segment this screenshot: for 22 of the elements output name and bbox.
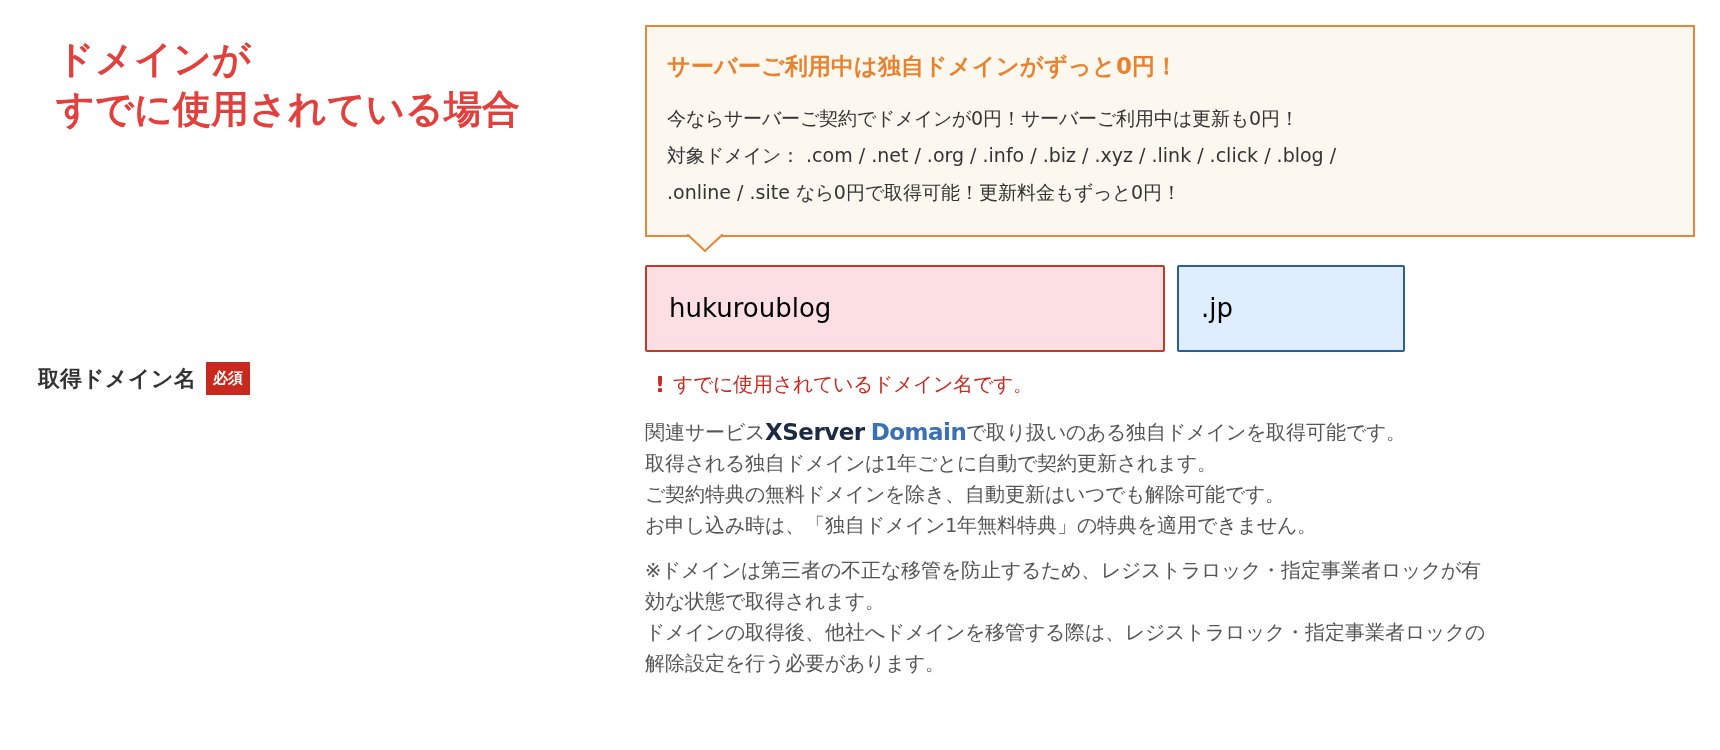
note-text: で取り扱いのある独自ドメインを取得可能です。	[966, 419, 1407, 446]
note-text: ご契約特典の無料ドメインを除き、自動更新はいつでも解除可能です。	[645, 481, 1285, 508]
caution-text: 効な状態で取得されます。	[645, 588, 885, 615]
caution-text: ドメインの取得後、他社へドメインを移管する際は、レジストラロック・指定事業者ロックの	[645, 619, 1485, 646]
domain-input[interactable]: hukuroublog	[645, 264, 1165, 352]
field-label: 取得ドメイン名	[38, 365, 196, 393]
note-text: 関連サービス	[645, 419, 765, 446]
note-text: 取得される独自ドメインは1年ごとに自動で契約更新されます。	[645, 450, 1218, 477]
callout-text: 今ならサーバーご契約でドメインが0円！サーバーご利用中は更新も0円！	[667, 105, 1300, 131]
warning-icon: !	[655, 367, 666, 401]
caution-text: 解除設定を行う必要があります。	[645, 650, 945, 677]
callout-title: サーバーご利用中は独自ドメインがずっと0円！	[667, 52, 1178, 81]
service-logo: XServer Domain	[765, 417, 967, 447]
caution-text: ※ドメインは第三者の不正な移管を防止するため、レジストラロック・指定事業者ロックが有	[645, 557, 1482, 584]
extension-select[interactable]: .jp	[1177, 264, 1405, 352]
callout-text: .online / .site なら0円で取得可能！更新料金もずっと0円！	[667, 179, 1182, 205]
note-text: お申し込み時は、「独自ドメイン1年無料特典」の特典を適用できません。	[645, 512, 1318, 539]
callout-text: 対象ドメイン： .com / .net / .org / .info / .biz / .xyz / .link / .click / .blog /	[667, 142, 1337, 168]
annotation-text: すでに使用されている場合	[56, 86, 520, 133]
required-badge: 必須	[206, 362, 250, 395]
annotation-text: ドメインが	[56, 36, 251, 83]
error-message: すでに使用されているドメイン名です。	[673, 371, 1034, 398]
